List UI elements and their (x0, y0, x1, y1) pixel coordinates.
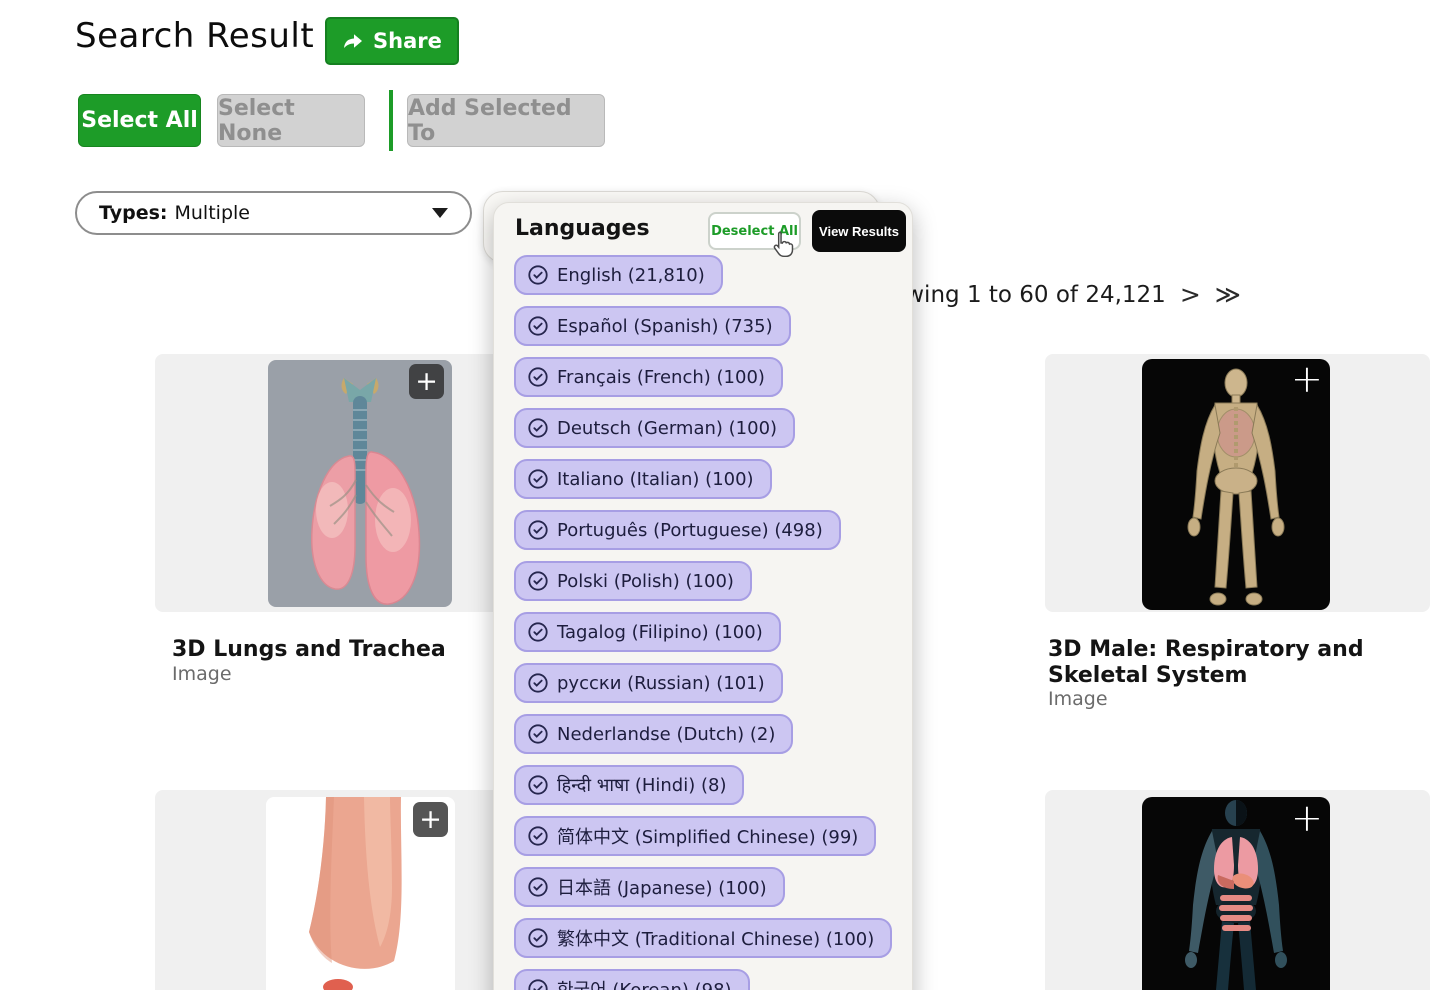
check-circle-icon (528, 673, 548, 693)
add-to-selection-button[interactable]: + (409, 364, 444, 399)
toolbar-divider (389, 90, 393, 151)
add-to-selection-button[interactable]: + (1291, 799, 1323, 837)
language-pill-label: 한국어 (Korean) (98) (557, 976, 732, 990)
check-circle-icon (528, 979, 548, 990)
language-pill[interactable]: 简体中文 (Simplified Chinese) (99) (514, 816, 877, 856)
language-pill[interactable]: English (21,810) (514, 255, 723, 295)
language-pill-label: 简体中文 (Simplified Chinese) (99) (557, 827, 859, 848)
pagination: Showing 1 to 60 of 24,121 > ≫ (862, 280, 1241, 309)
language-pill[interactable]: Deutsch (German) (100) (514, 408, 796, 448)
language-pill[interactable]: Español (Spanish) (735) (514, 306, 791, 346)
select-none-button[interactable]: Select None (217, 94, 365, 147)
types-dropdown-label: Types: (99, 202, 168, 224)
language-pill-label: Português (Portuguese) (498) (557, 519, 823, 541)
language-pill-label: Tagalog (Filipino) (100) (557, 621, 763, 643)
language-pill[interactable]: Français (French) (100) (514, 357, 783, 397)
search-result-page: Search Result Share Select All Select No… (0, 0, 1452, 990)
add-to-selection-button[interactable]: + (413, 802, 448, 837)
check-circle-icon (528, 265, 548, 285)
language-pill[interactable]: Nederlandse (Dutch) (2) (514, 714, 794, 754)
check-circle-icon (528, 724, 548, 744)
language-pill-label: English (21,810) (557, 264, 705, 286)
language-pill-label: Nederlandse (Dutch) (2) (557, 723, 776, 745)
check-circle-icon (528, 571, 548, 591)
language-pill[interactable]: Tagalog (Filipino) (100) (514, 612, 781, 652)
check-circle-icon (528, 316, 548, 336)
language-pill-label: Español (Spanish) (735) (557, 315, 773, 337)
language-pill[interactable]: हिन्दी भाषा (Hindi) (8) (514, 765, 745, 805)
language-pill-label: हिन्दी भाषा (Hindi) (8) (557, 775, 727, 796)
language-pill[interactable]: Português (Portuguese) (498) (514, 510, 841, 550)
check-circle-icon (528, 520, 548, 540)
share-label: Share (373, 29, 442, 53)
page-title: Search Result (75, 16, 315, 56)
check-circle-icon (528, 622, 548, 642)
check-circle-icon (528, 928, 548, 948)
last-page-button[interactable]: ≫ (1215, 280, 1241, 309)
languages-panel-title: Languages (515, 216, 650, 241)
language-pill[interactable]: 繁体中文 (Traditional Chinese) (100) (514, 918, 893, 958)
check-circle-icon (528, 367, 548, 387)
result-title: 3D Lungs and Trachea (172, 637, 446, 662)
language-pill[interactable]: русски (Russian) (101) (514, 663, 783, 703)
languages-panel: Languages Deselect All View Results Engl… (493, 202, 913, 990)
check-circle-icon (528, 469, 548, 489)
language-pill[interactable]: 日本語 (Japanese) (100) (514, 867, 785, 907)
next-page-button[interactable]: > (1180, 280, 1201, 309)
result-type-label: Image (1048, 688, 1108, 710)
add-to-selection-button[interactable]: + (1291, 360, 1323, 398)
cursor-pointer-icon (768, 229, 798, 265)
share-button[interactable]: Share (325, 17, 459, 65)
result-type-label: Image (172, 663, 232, 685)
types-dropdown[interactable]: Types: Multiple (75, 191, 472, 235)
language-pill-label: Français (French) (100) (557, 366, 765, 388)
language-pill[interactable]: Italiano (Italian) (100) (514, 459, 772, 499)
check-circle-icon (528, 826, 548, 846)
language-pill-label: русски (Russian) (101) (557, 672, 765, 694)
language-pill-label: 日本語 (Japanese) (100) (557, 878, 767, 899)
chevron-down-icon (432, 208, 448, 218)
language-filter-list: English (21,810) Español (Spanish) (735)… (514, 255, 893, 990)
language-pill[interactable]: 한국어 (Korean) (98) (514, 969, 750, 990)
language-pill-label: Italiano (Italian) (100) (557, 468, 754, 490)
language-pill-label: 繁体中文 (Traditional Chinese) (100) (557, 929, 875, 950)
language-pill-label: Deutsch (German) (100) (557, 417, 778, 439)
language-pill-label: Polski (Polish) (100) (557, 570, 734, 592)
view-results-button[interactable]: View Results (812, 210, 906, 252)
result-title: 3D Male: Respiratory and Skeletal System (1048, 637, 1364, 688)
check-circle-icon (528, 775, 548, 795)
share-icon (342, 32, 364, 50)
check-circle-icon (528, 418, 548, 438)
types-dropdown-value: Multiple (174, 202, 250, 224)
check-circle-icon (528, 877, 548, 897)
language-pill[interactable]: Polski (Polish) (100) (514, 561, 752, 601)
select-all-button[interactable]: Select All (78, 94, 201, 147)
add-selected-to-button[interactable]: Add Selected To (407, 94, 605, 147)
